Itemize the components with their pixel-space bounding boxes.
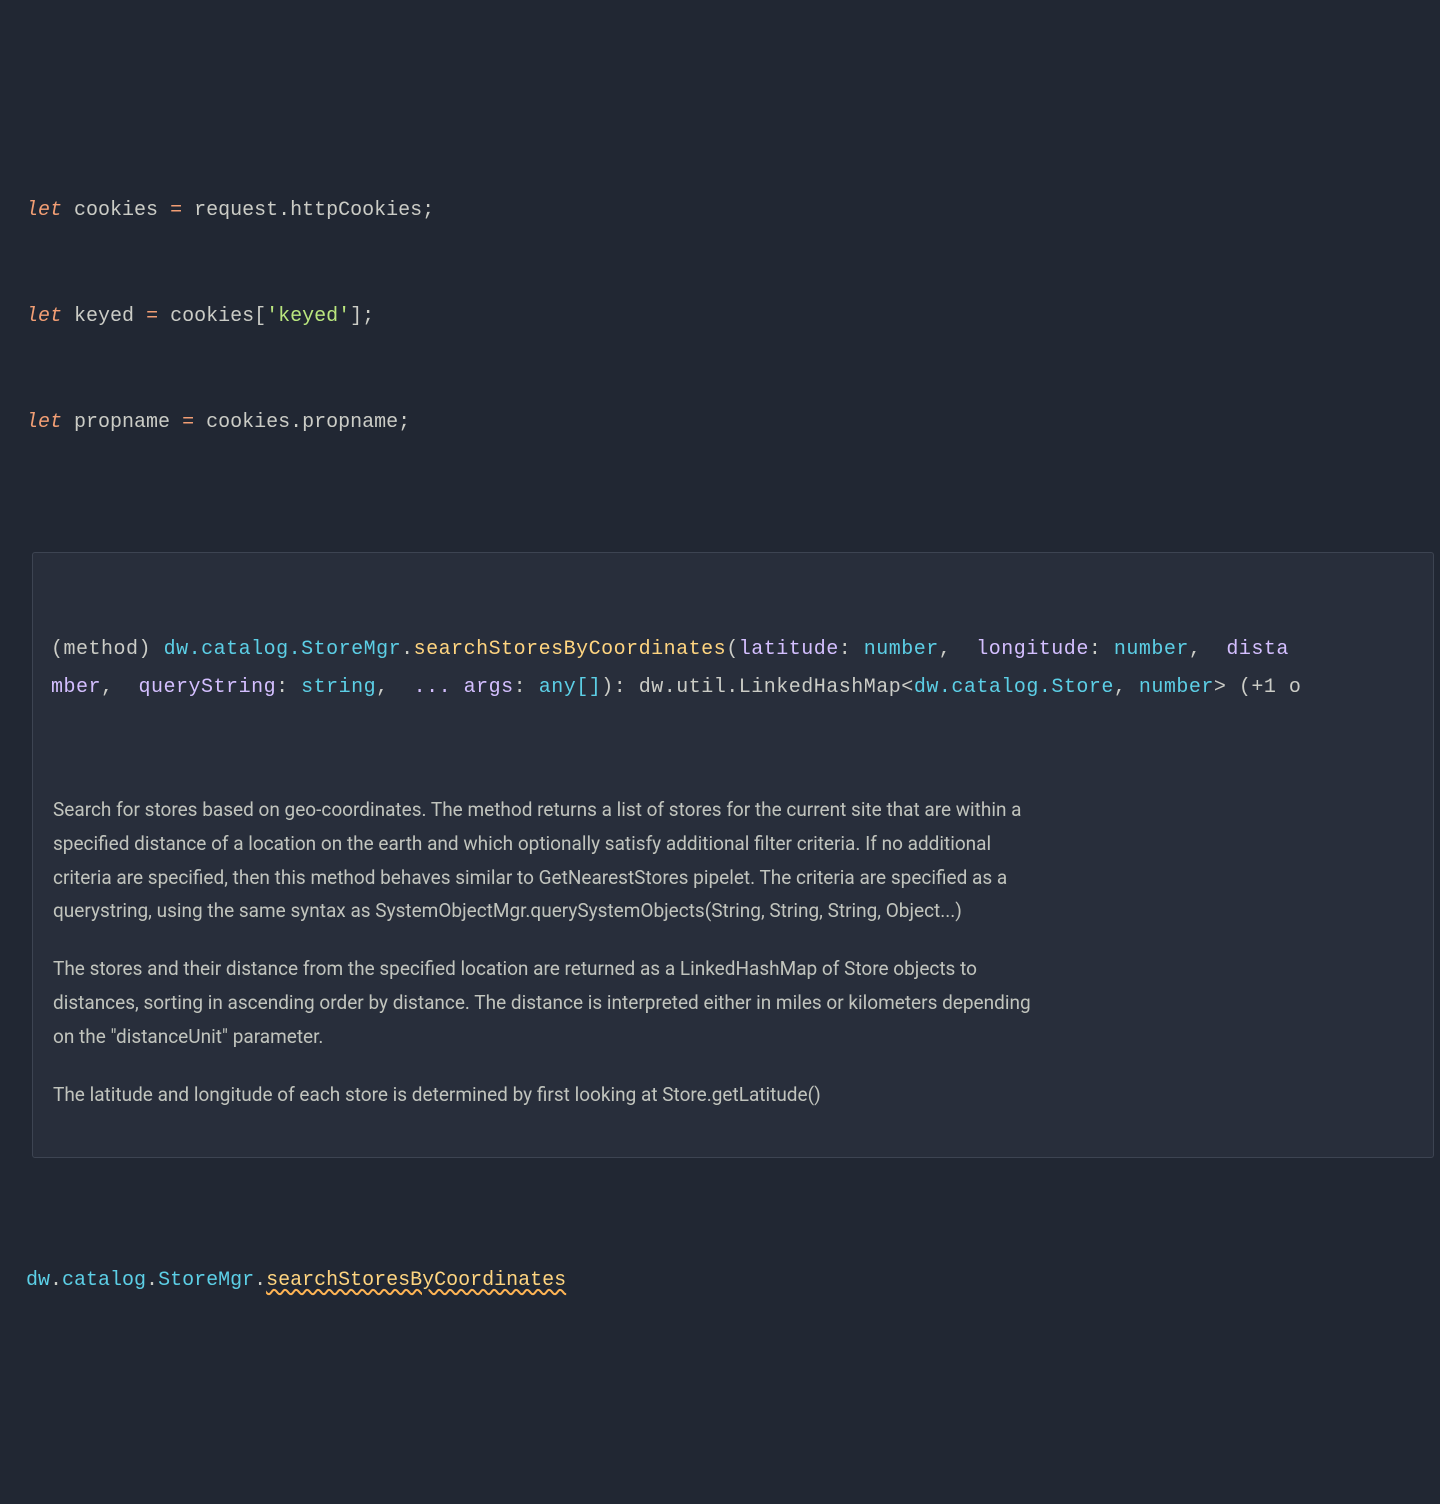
code-line[interactable]: let cookies = request.httpCookies; bbox=[26, 193, 1440, 229]
identifier: propname bbox=[74, 411, 170, 434]
doc-paragraph: The stores and their distance from the s… bbox=[53, 952, 1033, 1053]
hover-signature: (method) dw.catalog.StoreMgr.searchStore… bbox=[33, 623, 1433, 717]
doc-paragraph: The latitude and longitude of each store… bbox=[53, 1078, 1033, 1112]
keyword-let: let bbox=[26, 411, 62, 434]
identifier: request bbox=[194, 199, 278, 222]
hover-tooltip[interactable]: (method) dw.catalog.StoreMgr.searchStore… bbox=[32, 552, 1434, 1158]
overload-count: (+1 o bbox=[1239, 676, 1302, 699]
doc-paragraph: Search for stores based on geo-coordinat… bbox=[53, 793, 1033, 928]
property: httpCookies bbox=[290, 199, 422, 222]
blank-line[interactable] bbox=[26, 1369, 1440, 1405]
keyword-let: let bbox=[26, 305, 62, 328]
code-line[interactable]: let keyed = cookies['keyed']; bbox=[26, 299, 1440, 335]
keyword-let: let bbox=[26, 199, 62, 222]
signature-method-name: searchStoresByCoordinates bbox=[414, 638, 727, 661]
code-line-current[interactable]: dw.catalog.StoreMgr.searchStoresByCoordi… bbox=[26, 1263, 1440, 1299]
hover-documentation[interactable]: Search for stores based on geo-coordinat… bbox=[33, 787, 1053, 1122]
identifier: cookies bbox=[74, 199, 158, 222]
code-line[interactable]: let propname = cookies.propname; bbox=[26, 405, 1440, 441]
string-literal: 'keyed' bbox=[266, 305, 350, 328]
operator-eq: = bbox=[170, 199, 182, 222]
identifier: keyed bbox=[74, 305, 134, 328]
method-call-hovered[interactable]: searchStoresByCoordinates bbox=[266, 1269, 566, 1292]
